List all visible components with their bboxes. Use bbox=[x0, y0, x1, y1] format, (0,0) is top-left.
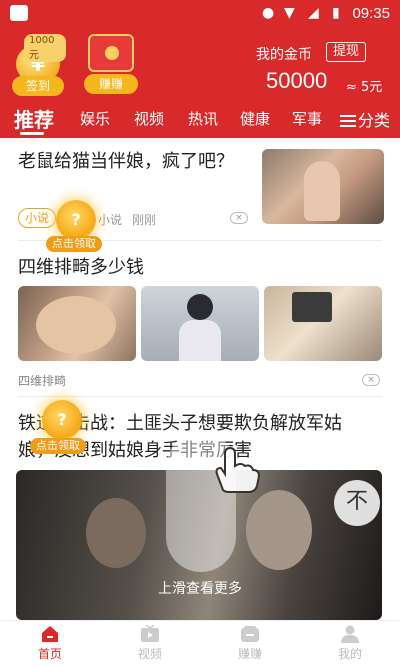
video-icon bbox=[141, 625, 159, 642]
article-title[interactable]: 四维排畸多少钱 bbox=[18, 253, 144, 279]
nav-earn[interactable]: 赚赚 bbox=[200, 621, 300, 666]
swipe-up-hint-text: 上滑查看更多 bbox=[158, 581, 242, 597]
article-time: 刚刚 bbox=[132, 213, 157, 227]
bottom-nav: 首页 视频 赚赚 我的 bbox=[0, 620, 400, 666]
tab-video[interactable]: 视频 bbox=[134, 108, 164, 129]
active-tab-indicator bbox=[20, 132, 44, 135]
nav-profile[interactable]: 我的 bbox=[300, 621, 400, 666]
article-tag: 小说 bbox=[18, 208, 57, 228]
divider bbox=[18, 396, 382, 397]
coin-bubble-label-1[interactable]: 点击领取 bbox=[46, 236, 102, 252]
category-tabs: 推荐 娱乐 视频 热讯 健康 军事 分类 bbox=[0, 100, 400, 138]
home-icon bbox=[42, 626, 58, 642]
signal-icon: ◢ bbox=[308, 5, 319, 21]
article-image-2[interactable] bbox=[141, 286, 259, 361]
earn-label: 赚赚 bbox=[84, 74, 138, 94]
earn-button[interactable]: 赚赚 bbox=[78, 32, 144, 96]
category-label: 分类 bbox=[357, 111, 390, 130]
article-image-3[interactable] bbox=[264, 286, 382, 361]
header: 1000元 ¥ 签到 赚赚 我的金币 提现 50000 ≈ 5元 bbox=[0, 28, 400, 100]
tab-military[interactable]: 军事 bbox=[292, 108, 322, 129]
withdraw-button[interactable]: 提现 bbox=[326, 42, 366, 62]
status-time: 09:35 bbox=[352, 5, 390, 22]
tab-recommend[interactable]: 推荐 bbox=[14, 104, 54, 133]
dismiss-button[interactable]: × bbox=[230, 212, 248, 224]
hand-swipe-icon bbox=[215, 446, 261, 493]
nav-video-label: 视频 bbox=[137, 647, 162, 661]
notification-icon bbox=[10, 5, 28, 21]
article-source: 四维排畸 bbox=[18, 374, 67, 388]
coin-bubble-label-2[interactable]: 点击领取 bbox=[30, 438, 86, 454]
location-icon: ● bbox=[262, 5, 275, 21]
tab-entertainment[interactable]: 娱乐 bbox=[80, 108, 110, 129]
profile-icon bbox=[341, 625, 359, 643]
article-title[interactable]: 老鼠给猫当伴娘，疯了吧？ bbox=[18, 148, 250, 175]
wifi-icon: ▼ bbox=[284, 5, 295, 21]
article-source: 小说 bbox=[98, 213, 123, 227]
earn-icon bbox=[241, 626, 259, 642]
article-thumbnail[interactable] bbox=[262, 149, 384, 224]
nav-home[interactable]: 首页 bbox=[0, 621, 100, 666]
dismiss-button[interactable]: × bbox=[362, 374, 380, 386]
coin-approx-value: ≈ 5元 bbox=[346, 80, 383, 95]
sign-in-label: 签到 bbox=[12, 76, 64, 96]
my-coins-title: 我的金币 bbox=[256, 47, 312, 63]
nav-home-label: 首页 bbox=[37, 647, 62, 661]
back-to-top-button[interactable]: 不 bbox=[334, 480, 380, 526]
tab-hot-news[interactable]: 热讯 bbox=[188, 108, 218, 129]
red-envelope-icon bbox=[88, 34, 134, 72]
menu-icon bbox=[339, 115, 356, 127]
nav-profile-label: 我的 bbox=[337, 647, 362, 661]
article-image-1[interactable] bbox=[18, 286, 136, 361]
status-bar: ● ▼ ◢ ▮ 09:35 bbox=[0, 0, 400, 28]
coin-badge: 1000元 bbox=[24, 34, 66, 62]
coin-bubble-1[interactable]: ? bbox=[56, 200, 96, 240]
nav-video[interactable]: 视频 bbox=[100, 621, 200, 666]
sign-in-button[interactable]: 1000元 ¥ 签到 bbox=[10, 34, 66, 96]
tab-health[interactable]: 健康 bbox=[240, 108, 270, 129]
nav-earn-label: 赚赚 bbox=[237, 647, 262, 661]
coin-amount: 50000 bbox=[266, 68, 328, 93]
battery-icon: ▮ bbox=[332, 5, 340, 21]
coin-bubble-2[interactable]: ? bbox=[42, 400, 82, 440]
category-button[interactable]: 分类 bbox=[339, 107, 390, 131]
